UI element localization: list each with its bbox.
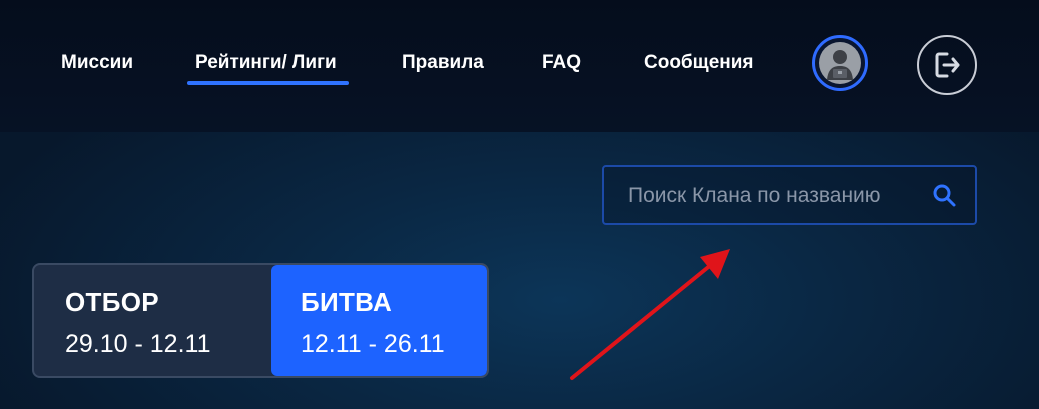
nav-item-ratings-leagues[interactable]: Рейтинги/ Лиги [195, 52, 337, 74]
nav-item-faq[interactable]: FAQ [542, 52, 581, 74]
clan-search-box [602, 165, 977, 225]
stage-dates: 12.11 - 26.11 [301, 330, 445, 358]
stage-title: ОТБОР [65, 287, 159, 317]
stage-title: БИТВА [301, 287, 393, 317]
stage-dates: 29.10 - 12.11 [65, 330, 211, 358]
annotation-arrow [570, 249, 730, 380]
stage-battle-tab[interactable]: БИТВА 12.11 - 26.11 [271, 265, 487, 376]
nav-item-missions[interactable]: Миссии [61, 52, 133, 74]
user-avatar-icon [819, 42, 861, 84]
logout-button[interactable] [917, 35, 977, 95]
logout-icon [935, 52, 960, 78]
top-navigation-bar: Миссии Рейтинги/ Лиги Правила FAQ Сообще… [0, 0, 1039, 132]
user-avatar-button[interactable] [812, 35, 868, 91]
active-nav-indicator [187, 81, 349, 85]
stage-toggle: ОТБОР 29.10 - 12.11 БИТВА 12.11 - 26.11 [32, 263, 489, 378]
nav-item-rules[interactable]: Правила [402, 52, 484, 74]
clan-search-input[interactable] [626, 167, 930, 225]
stage-selection-tab[interactable]: ОТБОР 29.10 - 12.11 [34, 265, 271, 376]
search-icon[interactable] [932, 183, 958, 209]
nav-item-messages[interactable]: Сообщения [644, 52, 754, 74]
